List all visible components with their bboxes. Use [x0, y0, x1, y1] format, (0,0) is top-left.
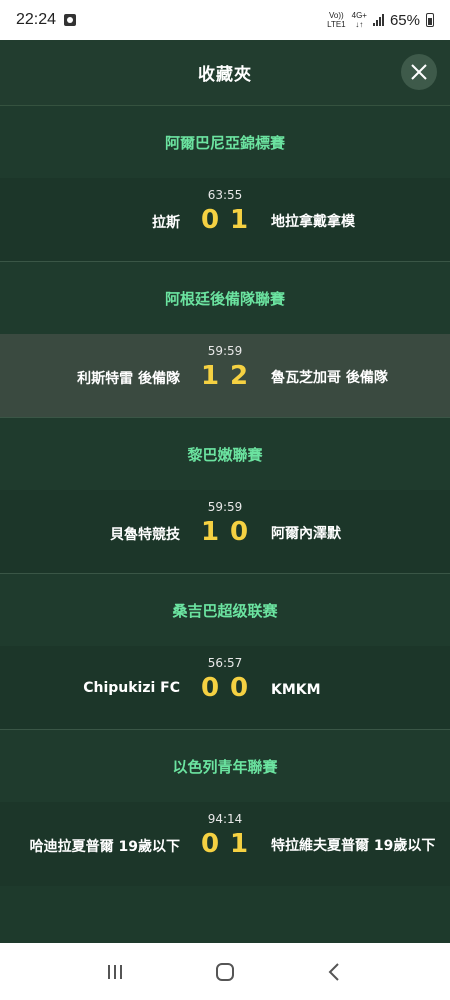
status-indicators: Vo)) LTE1 4G+ ↓↑ 65%: [327, 11, 434, 29]
match-row[interactable]: 94:14 哈迪拉夏普爾 19歲以下 0 1 特拉維夫夏普爾 19歲以下: [0, 802, 450, 886]
close-icon: [411, 64, 427, 80]
home-score: 1: [200, 361, 220, 391]
league-name: 阿爾巴尼亞錦標賽: [164, 133, 285, 152]
app-notification-icon: [64, 14, 77, 26]
home-icon: [216, 962, 234, 981]
header: 收藏夾: [0, 40, 450, 106]
league-name: 以色列青年聯賽: [172, 757, 278, 776]
lte-label: LTE1: [327, 20, 346, 29]
league-header: 阿根廷後備隊聯賽: [0, 262, 450, 334]
favorites-list: 阿爾巴尼亞錦標賽 63:55 拉斯 0 1 地拉拿戴拿模 阿根廷後備隊聯賽 59…: [0, 106, 450, 886]
away-score: 0: [229, 673, 249, 703]
back-button[interactable]: [315, 957, 355, 987]
home-team: 貝魯特競技: [110, 527, 180, 543]
home-score: 0: [200, 829, 220, 859]
away-score: 2: [229, 361, 249, 391]
match-time: 63:55: [207, 188, 243, 202]
away-score: 1: [229, 205, 249, 235]
away-team: 地拉拿戴拿模: [271, 214, 355, 230]
away-team: 阿爾內澤默: [271, 526, 341, 542]
match-row[interactable]: 59:59 貝魯特競技 1 0 阿爾內澤默: [0, 490, 450, 574]
signal-icon: [372, 14, 384, 26]
volte-indicator: Vo)) LTE1: [327, 11, 346, 29]
page-title: 收藏夾: [198, 65, 252, 85]
status-time: 22:24: [16, 11, 57, 28]
league-name: 阿根廷後備隊聯賽: [164, 289, 285, 308]
league-header: 以色列青年聯賽: [0, 730, 450, 802]
league-header: 黎巴嫩聯賽: [0, 418, 450, 490]
home-score: 1: [200, 517, 220, 547]
home-team: 利斯特雷 後備隊: [77, 371, 180, 387]
match-row[interactable]: 56:57 Chipukizi FC 0 0 KMKM: [0, 646, 450, 730]
battery-percent: 65%: [389, 11, 420, 29]
away-score: 0: [229, 517, 249, 547]
recent-apps-button[interactable]: [95, 957, 135, 987]
league-header: 桑吉巴超级联赛: [0, 574, 450, 646]
match-time: 59:59: [207, 344, 243, 358]
home-score: 0: [200, 205, 220, 235]
back-icon: [328, 962, 339, 981]
away-team: KMKM: [271, 682, 321, 698]
league-name: 黎巴嫩聯賽: [187, 445, 263, 464]
recent-apps-icon: [108, 964, 122, 979]
data-activity-label: ↓↑: [355, 20, 364, 29]
match-time: 94:14: [207, 812, 243, 826]
match-row[interactable]: 59:59 利斯特雷 後備隊 1 2 魯瓦芝加哥 後備隊: [0, 334, 450, 418]
match-time: 56:57: [207, 656, 243, 670]
battery-icon: [426, 13, 434, 27]
home-team: Chipukizi FC: [83, 680, 180, 696]
network-type-indicator: 4G+ ↓↑: [352, 11, 367, 29]
match-time: 59:59: [207, 500, 243, 514]
home-team: 拉斯: [152, 215, 180, 231]
volte-label: Vo)): [329, 11, 344, 20]
status-bar: 22:24 Vo)) LTE1 4G+ ↓↑ 65%: [0, 0, 450, 40]
away-score: 1: [229, 829, 249, 859]
home-score: 0: [200, 673, 220, 703]
system-nav-bar: [0, 943, 450, 1000]
away-team: 特拉維夫夏普爾 19歲以下: [271, 838, 436, 854]
league-name: 桑吉巴超级联赛: [172, 601, 278, 620]
home-team: 哈迪拉夏普爾 19歲以下: [29, 839, 180, 855]
league-header: 阿爾巴尼亞錦標賽: [0, 106, 450, 178]
close-button[interactable]: [401, 54, 437, 90]
network-type-label: 4G+: [351, 11, 367, 20]
match-row[interactable]: 63:55 拉斯 0 1 地拉拿戴拿模: [0, 178, 450, 262]
home-button[interactable]: [205, 957, 245, 987]
away-team: 魯瓦芝加哥 後備隊: [271, 370, 388, 386]
